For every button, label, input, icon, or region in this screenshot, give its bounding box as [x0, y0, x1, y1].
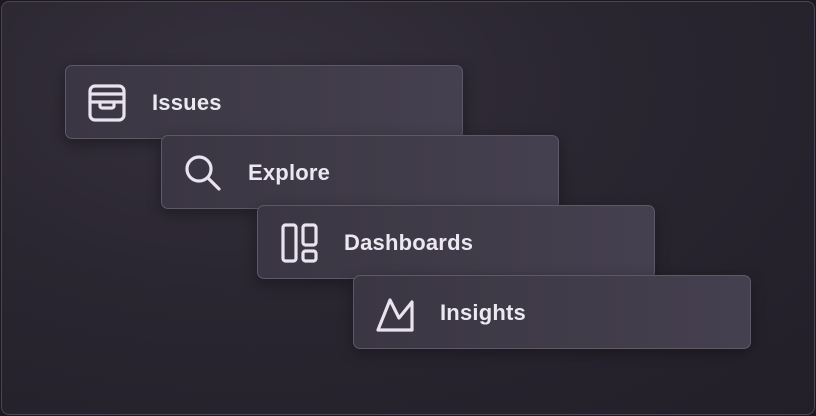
nav-item-label: Insights — [440, 300, 526, 325]
search-icon — [182, 152, 224, 194]
nav-item-issues[interactable]: Issues — [65, 65, 463, 139]
nav-item-label: Explore — [248, 160, 331, 185]
nav-item-dashboards[interactable]: Dashboards — [257, 205, 655, 279]
inbox-tray-icon — [86, 82, 128, 124]
chart-trend-icon — [374, 292, 416, 334]
nav-item-explore[interactable]: Explore — [161, 135, 559, 209]
app-panel: Issues Explore Dashboards Insights — [1, 1, 815, 415]
nav-item-label: Issues — [152, 90, 222, 115]
nav-item-label: Dashboards — [344, 230, 474, 255]
nav-item-insights[interactable]: Insights — [353, 275, 751, 349]
dashboard-layout-icon — [278, 222, 320, 264]
